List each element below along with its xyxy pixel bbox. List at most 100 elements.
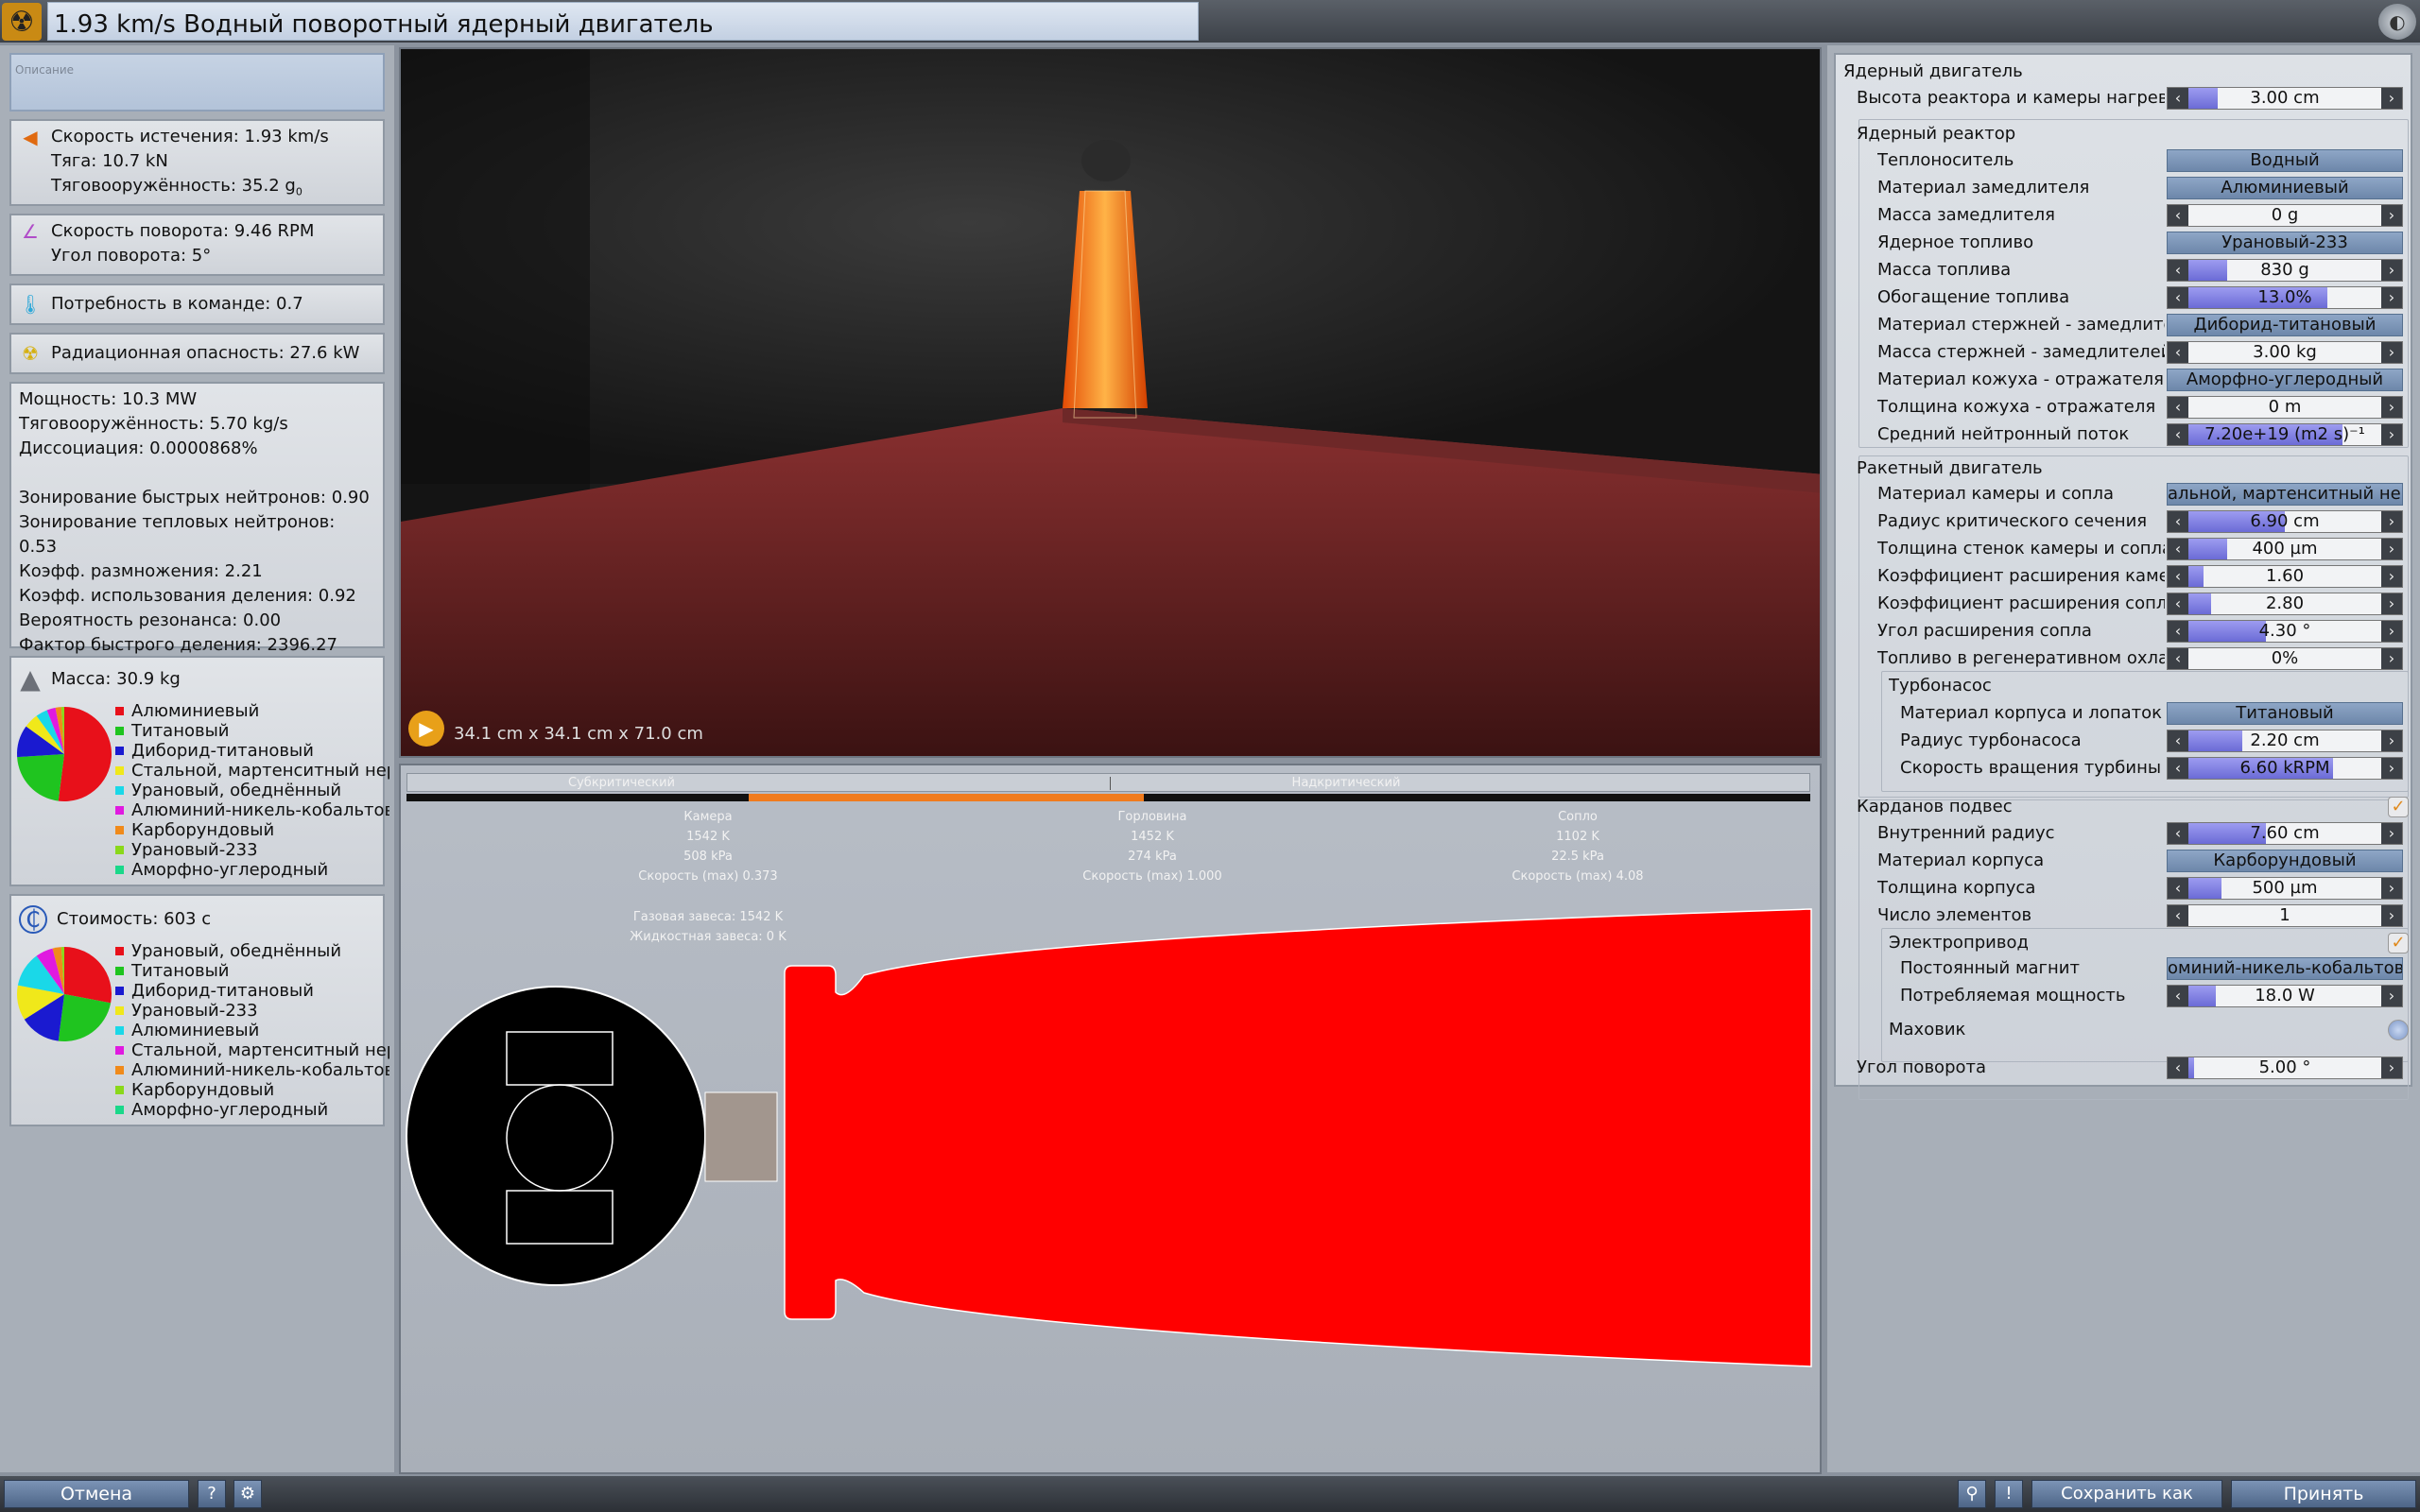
chevron-right-icon[interactable]: › — [2381, 986, 2402, 1006]
coolant-dropdown[interactable]: Водный — [2167, 149, 2403, 172]
housing-thickness-stepper[interactable]: ‹ 500 µm › — [2167, 877, 2403, 900]
engine-3d-viewport[interactable]: ▶ 34.1 cm x 34.1 cm x 71.0 cm — [399, 47, 1822, 758]
help-button[interactable]: ? — [198, 1480, 226, 1508]
element-count-value: 1 — [2279, 905, 2290, 925]
chevron-right-icon[interactable]: › — [2381, 593, 2402, 614]
chevron-right-icon[interactable]: › — [2381, 730, 2402, 751]
chevron-right-icon[interactable]: › — [2381, 878, 2402, 899]
moderator-material-dropdown[interactable]: Алюминиевый — [2167, 177, 2403, 199]
wall-thickness-stepper[interactable]: ‹ 400 µm › — [2167, 538, 2403, 560]
chevron-left-icon[interactable]: ‹ — [2168, 621, 2188, 642]
rod-material-dropdown[interactable]: Диборид-титановый — [2167, 314, 2403, 336]
neutron-flux-stepper[interactable]: ‹ 7.20e+19 (m2 s)⁻¹ › — [2167, 423, 2403, 446]
chevron-left-icon[interactable]: ‹ — [2168, 1057, 2188, 1078]
gear-icon[interactable]: ⚙ — [233, 1480, 262, 1508]
chamber-material-dropdown[interactable]: альной, мартенситный нерж — [2167, 483, 2403, 506]
fuel-mass-stepper[interactable]: ‹ 830 g › — [2167, 259, 2403, 282]
chevron-left-icon[interactable]: ‹ — [2168, 823, 2188, 844]
chevron-left-icon[interactable]: ‹ — [2168, 88, 2188, 109]
actuator-heading-checkbox[interactable]: ✓ — [2388, 933, 2409, 954]
permanent-magnet-dropdown[interactable]: оминий-никель-кобальтовый — [2167, 957, 2403, 980]
chevron-left-icon[interactable]: ‹ — [2168, 424, 2188, 445]
reactor-power: Мощность: 10.3 MW — [19, 389, 198, 409]
chamber-expansion-stepper[interactable]: ‹ 1.60 › — [2167, 565, 2403, 588]
nozzle-expansion-stepper[interactable]: ‹ 2.80 › — [2167, 593, 2403, 615]
chevron-left-icon[interactable]: ‹ — [2168, 205, 2188, 226]
chevron-right-icon[interactable]: › — [2381, 88, 2402, 109]
chevron-right-icon[interactable]: › — [2381, 621, 2402, 642]
rod-mass-stepper[interactable]: ‹ 3.00 kg › — [2167, 341, 2403, 364]
chevron-right-icon[interactable]: › — [2381, 539, 2402, 559]
weight-icon: ▲ — [20, 663, 41, 695]
chevron-right-icon[interactable]: › — [2381, 511, 2402, 532]
legend-label: Карборундовый — [131, 1080, 275, 1100]
reflector-material-dropdown[interactable]: Аморфно-углеродный — [2167, 369, 2403, 391]
chevron-right-icon[interactable]: › — [2381, 1057, 2402, 1078]
chevron-left-icon[interactable]: ‹ — [2168, 260, 2188, 281]
description-field[interactable]: Описание — [9, 53, 385, 112]
chevron-right-icon[interactable]: › — [2381, 905, 2402, 926]
accept-button[interactable]: Принять — [2231, 1480, 2416, 1508]
chevron-left-icon[interactable]: ‹ — [2168, 986, 2188, 1006]
chevron-left-icon[interactable]: ‹ — [2168, 905, 2188, 926]
moderator-mass-stepper[interactable]: ‹ 0 g › — [2167, 204, 2403, 227]
regen-cooling-stepper[interactable]: ‹ 0% › — [2167, 647, 2403, 670]
chevron-right-icon[interactable]: › — [2381, 397, 2402, 418]
nozzle-angle-stepper[interactable]: ‹ 4.30 ° › — [2167, 620, 2403, 643]
chevron-left-icon[interactable]: ‹ — [2168, 648, 2188, 669]
chevron-left-icon[interactable]: ‹ — [2168, 342, 2188, 363]
exclamation-icon[interactable]: ! — [1995, 1480, 2023, 1508]
chevron-left-icon[interactable]: ‹ — [2168, 566, 2188, 587]
legend-item: Алюминий-никель-кобальтовый — [115, 1060, 389, 1080]
element-count-stepper[interactable]: ‹ 1 › — [2167, 904, 2403, 927]
flywheel-heading-toggle[interactable] — [2388, 1020, 2409, 1040]
chevron-right-icon[interactable]: › — [2381, 648, 2402, 669]
reactor-height-stepper[interactable]: ‹ 3.00 cm › — [2167, 87, 2403, 110]
chevron-left-icon[interactable]: ‹ — [2168, 539, 2188, 559]
pin-icon[interactable]: ⚲ — [1958, 1480, 1986, 1508]
housing-material-dropdown[interactable]: Карборундовый — [2167, 850, 2403, 872]
legend-item: Урановый-233 — [115, 840, 389, 860]
throat-radius-stepper[interactable]: ‹ 6.90 cm › — [2167, 510, 2403, 533]
fuel-dropdown[interactable]: Урановый-233 — [2167, 232, 2403, 254]
gimbal-heading-checkbox[interactable]: ✓ — [2388, 797, 2409, 817]
turbopump-radius-stepper[interactable]: ‹ 2.20 cm › — [2167, 730, 2403, 752]
fuel-enrichment-stepper[interactable]: ‹ 13.0% › — [2167, 286, 2403, 309]
chevron-left-icon[interactable]: ‹ — [2168, 511, 2188, 532]
inner-radius-stepper[interactable]: ‹ 7.60 cm › — [2167, 822, 2403, 845]
turbine-speed-stepper[interactable]: ‹ 6.60 kRPM › — [2167, 757, 2403, 780]
chevron-left-icon[interactable]: ‹ — [2168, 878, 2188, 899]
chevron-left-icon[interactable]: ‹ — [2168, 287, 2188, 308]
cancel-button[interactable]: Отмена — [4, 1480, 189, 1508]
save-copy-button[interactable]: Сохранить как копию — [2031, 1480, 2222, 1512]
power-consumption-stepper[interactable]: ‹ 18.0 W › — [2167, 985, 2403, 1007]
chevron-right-icon[interactable]: › — [2381, 342, 2402, 363]
neutron-flux-label: Средний нейтронный поток — [1877, 424, 2130, 444]
chevron-right-icon[interactable]: › — [2381, 823, 2402, 844]
legend-item: Стальной, мартенситный нерж — [115, 761, 389, 781]
chevron-right-icon[interactable]: › — [2381, 566, 2402, 587]
chevron-right-icon[interactable]: › — [2381, 758, 2402, 779]
resonance-probability: Вероятность резонанса: 0.00 — [19, 610, 282, 630]
reflector-thickness-stepper[interactable]: ‹ 0 m › — [2167, 396, 2403, 419]
globe-icon[interactable]: ◐ — [2378, 4, 2416, 40]
chevron-left-icon[interactable]: ‹ — [2168, 593, 2188, 614]
chevron-right-icon[interactable]: › — [2381, 260, 2402, 281]
gimbal-angle-input-stepper[interactable]: ‹ 5.00 ° › — [2167, 1057, 2403, 1079]
neutron-flux-value: 7.20e+19 (m2 s)⁻¹ — [2204, 424, 2365, 444]
chevron-right-icon[interactable]: › — [2381, 287, 2402, 308]
reflector-thickness-value: 0 m — [2268, 397, 2302, 417]
chevron-right-icon[interactable]: › — [2381, 205, 2402, 226]
legend-item: Титановый — [115, 721, 389, 741]
play-button[interactable]: ▶ — [408, 711, 444, 747]
reactor-height-row: Высота реактора и камеры нагрева ‹ 3.00 cm… — [1834, 85, 2412, 112]
element-count-label: Число элементов — [1877, 905, 2032, 925]
chamber-expansion-value: 1.60 — [2265, 566, 2305, 586]
design-name-field[interactable]: 1.93 km/s Водный поворотный ядерный двиг… — [47, 2, 1199, 41]
chevron-left-icon[interactable]: ‹ — [2168, 730, 2188, 751]
engine-model — [1063, 191, 1148, 408]
chevron-left-icon[interactable]: ‹ — [2168, 397, 2188, 418]
chevron-left-icon[interactable]: ‹ — [2168, 758, 2188, 779]
turbopump-material-dropdown[interactable]: Титановый — [2167, 702, 2403, 725]
chevron-right-icon[interactable]: › — [2381, 424, 2402, 445]
